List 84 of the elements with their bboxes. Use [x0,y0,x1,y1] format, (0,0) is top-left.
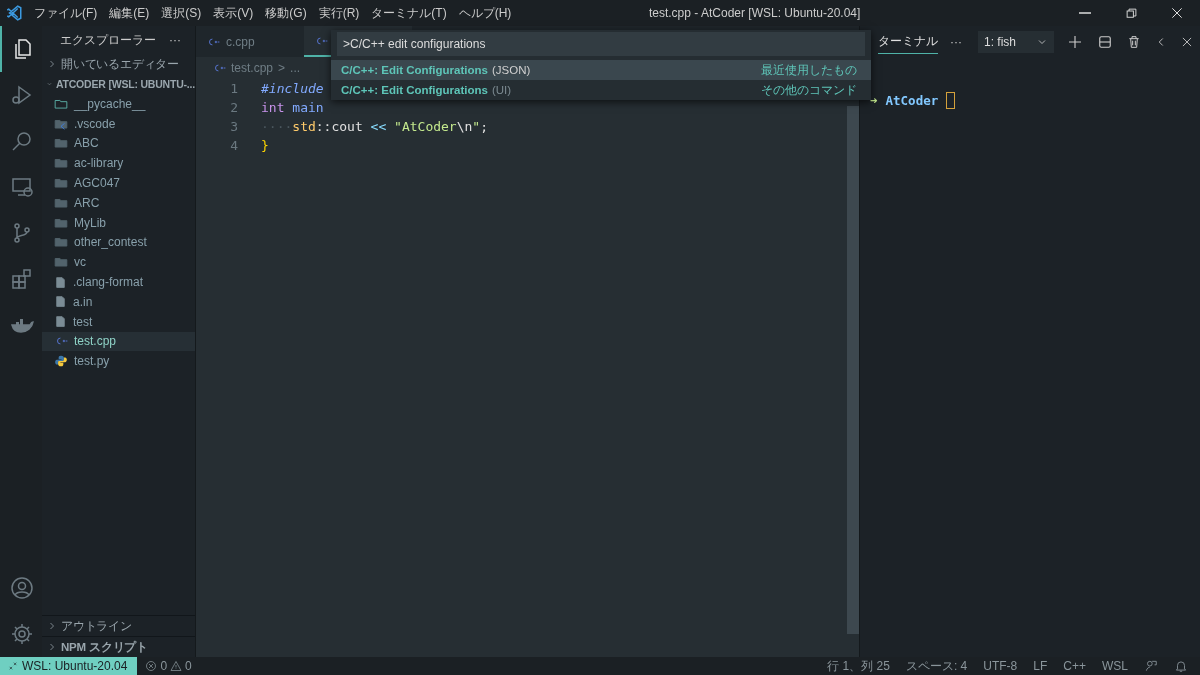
status-item[interactable]: LF [1033,659,1048,673]
warning-icon [170,660,183,672]
scrollbar-thumb[interactable] [847,106,859,634]
breadcrumb-item[interactable]: test.cpp [231,61,274,75]
minimize-icon [1079,12,1091,14]
menu-item[interactable]: ヘルプ(H) [452,4,518,22]
account-icon [10,576,34,600]
terminal-tab[interactable]: ターミナル [878,30,938,54]
file-tree-item[interactable]: other_contest [42,232,195,253]
status-item[interactable]: UTF-8 [983,659,1018,673]
status-item[interactable]: WSL [1102,659,1128,673]
menu-item[interactable]: ファイル(F) [28,4,104,22]
menu-item[interactable]: 移動(G) [259,4,313,22]
sidebar-title: エクスプローラー [60,31,156,49]
menu-item[interactable]: 選択(S) [155,4,208,22]
prompt-directory: AtCoder [885,93,939,108]
file-tree-item[interactable]: a.in [42,291,195,312]
file-icon [54,315,67,329]
folder-icon [54,136,68,151]
command-input[interactable]: >C/C++ edit configurations [337,32,865,56]
file-tree-item[interactable]: test.cpp [42,331,195,352]
file-tree-item[interactable]: .vscode [42,113,195,134]
file-tree-item[interactable]: __pycache__ [42,94,195,114]
vscode-logo-icon [5,4,23,22]
editor-tab[interactable]: c.cpp [196,26,304,57]
search-icon [10,129,34,153]
menu-item[interactable]: 表示(V) [207,4,260,22]
file-tree-item[interactable]: AGC047 [42,173,195,193]
section-header[interactable]: ATCODER [WSL: UBUNTU-... [42,74,195,94]
file-tree-item[interactable]: .clang-format [42,272,195,292]
menu-item[interactable]: 実行(R) [312,4,366,22]
file-tree-item[interactable]: ARC [42,193,195,213]
split-icon [1096,33,1114,51]
code-line: ····std::cout << "AtCoder\n"; [261,119,488,134]
file-tree-item[interactable]: ABC [42,133,195,154]
close-icon [1169,5,1185,21]
file-icon [54,275,67,289]
command-item[interactable]: C/C++: Edit Configurations (JSON) 最近使用したもの [331,60,871,80]
file-tree-item[interactable]: test [42,311,195,332]
error-icon [145,660,158,672]
gear-icon [10,622,34,646]
code-line: } [261,138,269,153]
section-header[interactable]: 開いているエディター [42,54,195,74]
breadcrumb-item[interactable]: > [278,61,286,75]
file-tree-item[interactable]: ac-library [42,153,195,174]
remote-indicator[interactable]: WSL: Ubuntu-20.04 [0,657,138,675]
code-line: #include [261,81,324,96]
extensions-icon [10,267,34,291]
terminal-dropdown[interactable]: 1: fish [978,31,1054,53]
trash-icon [1126,34,1142,50]
section-header[interactable]: アウトライン [42,615,195,636]
bell-icon [1174,659,1188,673]
menu-item[interactable]: ターミナル(T) [365,4,453,22]
remote-monitor-icon [10,175,34,199]
folder-icon [54,156,68,171]
command-item[interactable]: C/C++: Edit Configurations (UI) その他のコマンド [331,80,871,100]
status-item[interactable]: C++ [1063,659,1086,673]
code-line: int main [261,100,324,115]
line-number: 3 [229,119,238,134]
window-title: test.cpp - AtCoder [WSL: Ubuntu-20.04] [647,6,862,20]
breadcrumb-item[interactable]: ... [290,61,301,75]
close-icon [1180,35,1194,49]
terminal-cursor [946,92,956,109]
menu-item[interactable]: 編集(E) [103,4,156,22]
problems-indicator[interactable]: 0 0 [137,659,200,673]
status-item[interactable]: スペース: 4 [905,657,968,675]
prompt-arrow: ➜ [870,93,878,108]
folder-icon [54,255,68,270]
more-actions-button[interactable]: ··· [950,35,962,49]
line-number: 2 [229,100,238,115]
file-icon [54,295,67,309]
python-file-icon [54,354,68,369]
run-debug-icon [10,83,34,107]
file-tree-item[interactable]: MyLib [42,212,195,233]
folder-icon [54,176,68,191]
plus-icon [1066,33,1084,51]
file-tree-item[interactable]: test.py [42,351,195,372]
line-number: 1 [229,81,238,96]
folder-icon [54,235,68,250]
more-actions-button[interactable]: ··· [169,33,181,47]
restore-icon [1123,5,1139,21]
line-number: 4 [229,138,238,153]
status-item[interactable]: 行 1、列 25 [827,657,890,675]
file-tree-item[interactable]: vc [42,252,195,273]
